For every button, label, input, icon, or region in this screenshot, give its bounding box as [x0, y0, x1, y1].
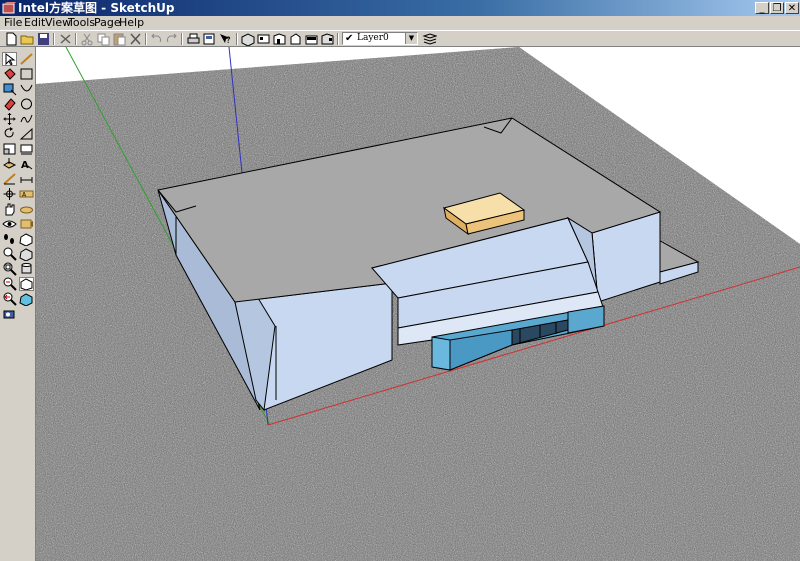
undo-icon[interactable]	[149, 32, 164, 46]
context-help-icon[interactable]: ?	[218, 32, 233, 46]
new-icon[interactable]	[4, 32, 19, 46]
scale-icon[interactable]	[2, 142, 17, 156]
print-icon[interactable]	[186, 32, 201, 46]
menu-edit[interactable]: Edit	[24, 16, 45, 30]
position-camera-icon[interactable]	[2, 307, 17, 321]
front-view-icon[interactable]	[272, 32, 287, 46]
dimension-icon[interactable]	[19, 172, 34, 186]
menu-page[interactable]: Page	[94, 16, 121, 30]
main-toolbar: ? ✔ Layer0 ▼	[0, 30, 800, 47]
zoom-icon[interactable]	[2, 247, 17, 261]
copy-icon[interactable]	[96, 32, 111, 46]
pushpull-icon[interactable]	[2, 157, 17, 171]
current-layer-name: Layer0	[357, 33, 389, 43]
tape-measure-icon[interactable]	[2, 82, 17, 96]
paste-icon[interactable]	[112, 32, 127, 46]
text-icon[interactable]: A	[19, 157, 34, 171]
component-icon[interactable]	[19, 232, 34, 247]
shaded-texture-icon[interactable]	[19, 292, 34, 307]
walk-feet-icon[interactable]	[2, 232, 17, 246]
menu-help[interactable]: Help	[119, 16, 144, 30]
look-around-icon[interactable]	[19, 217, 34, 231]
model-info-icon[interactable]	[202, 32, 217, 46]
style-icon[interactable]	[19, 277, 34, 291]
minimize-button[interactable]: _	[755, 2, 769, 14]
cylinder-icon[interactable]	[19, 262, 34, 276]
top-view-icon[interactable]	[256, 32, 271, 46]
svg-text:A: A	[21, 160, 29, 171]
freehand-icon[interactable]	[19, 112, 34, 126]
pan-icon[interactable]	[2, 202, 17, 216]
zoom-window-icon[interactable]	[2, 262, 17, 276]
3d-text-icon[interactable]	[19, 202, 34, 216]
menu-file[interactable]: File	[4, 16, 22, 30]
svg-text:?: ?	[226, 36, 231, 46]
erase-icon[interactable]	[58, 32, 73, 46]
sketchup-app-icon[interactable]	[2, 1, 16, 15]
move-icon[interactable]	[2, 112, 17, 126]
circle-icon[interactable]	[19, 97, 34, 111]
select-icon[interactable]	[2, 52, 17, 66]
rotate-icon[interactable]	[2, 127, 17, 141]
right-view-icon[interactable]	[288, 32, 303, 46]
restore-button[interactable]: ❐	[770, 2, 784, 14]
save-icon[interactable]	[36, 32, 51, 46]
polygon-icon[interactable]	[19, 127, 34, 141]
model-viewport[interactable]	[36, 47, 800, 561]
iso-view-icon[interactable]	[240, 32, 255, 46]
open-icon[interactable]	[20, 32, 35, 46]
cut-icon[interactable]	[80, 32, 95, 46]
layer-dropdown[interactable]: ✔ Layer0 ▼	[342, 32, 418, 45]
window-title: Intel方案草图 - SketchUp	[18, 1, 175, 15]
rectangle-icon[interactable]	[19, 67, 34, 81]
back-view-icon[interactable]	[304, 32, 319, 46]
tool-palette: A A	[0, 47, 36, 561]
menu-bar: File Edit View Tools Page Help	[0, 16, 800, 30]
menu-tools[interactable]: Tools	[68, 16, 95, 30]
left-view-icon[interactable]	[320, 32, 335, 46]
walk-icon[interactable]	[2, 217, 17, 231]
previous-view-icon[interactable]	[2, 292, 17, 306]
orbit-icon[interactable]	[2, 187, 17, 201]
eraser-icon[interactable]	[2, 97, 17, 111]
box-icon[interactable]	[19, 247, 34, 262]
close-button[interactable]: ✕	[785, 2, 799, 14]
zoom-extents-icon[interactable]	[2, 277, 17, 291]
chevron-down-icon[interactable]: ▼	[405, 33, 417, 44]
line-icon[interactable]	[19, 52, 34, 66]
section-plane-icon[interactable]	[19, 142, 34, 156]
axes-icon[interactable]: A	[19, 187, 34, 201]
protractor-icon[interactable]	[2, 172, 17, 186]
title-bar: Intel方案草图 - SketchUp _ ❐ ✕	[0, 0, 800, 16]
delete-icon[interactable]	[128, 32, 143, 46]
paint-bucket-icon[interactable]	[2, 67, 17, 81]
layer-visible-check: ✔	[345, 33, 354, 44]
model-scene	[36, 47, 800, 561]
redo-icon[interactable]	[164, 32, 179, 46]
layers-icon[interactable]	[422, 32, 437, 46]
arc-icon[interactable]	[19, 82, 34, 96]
